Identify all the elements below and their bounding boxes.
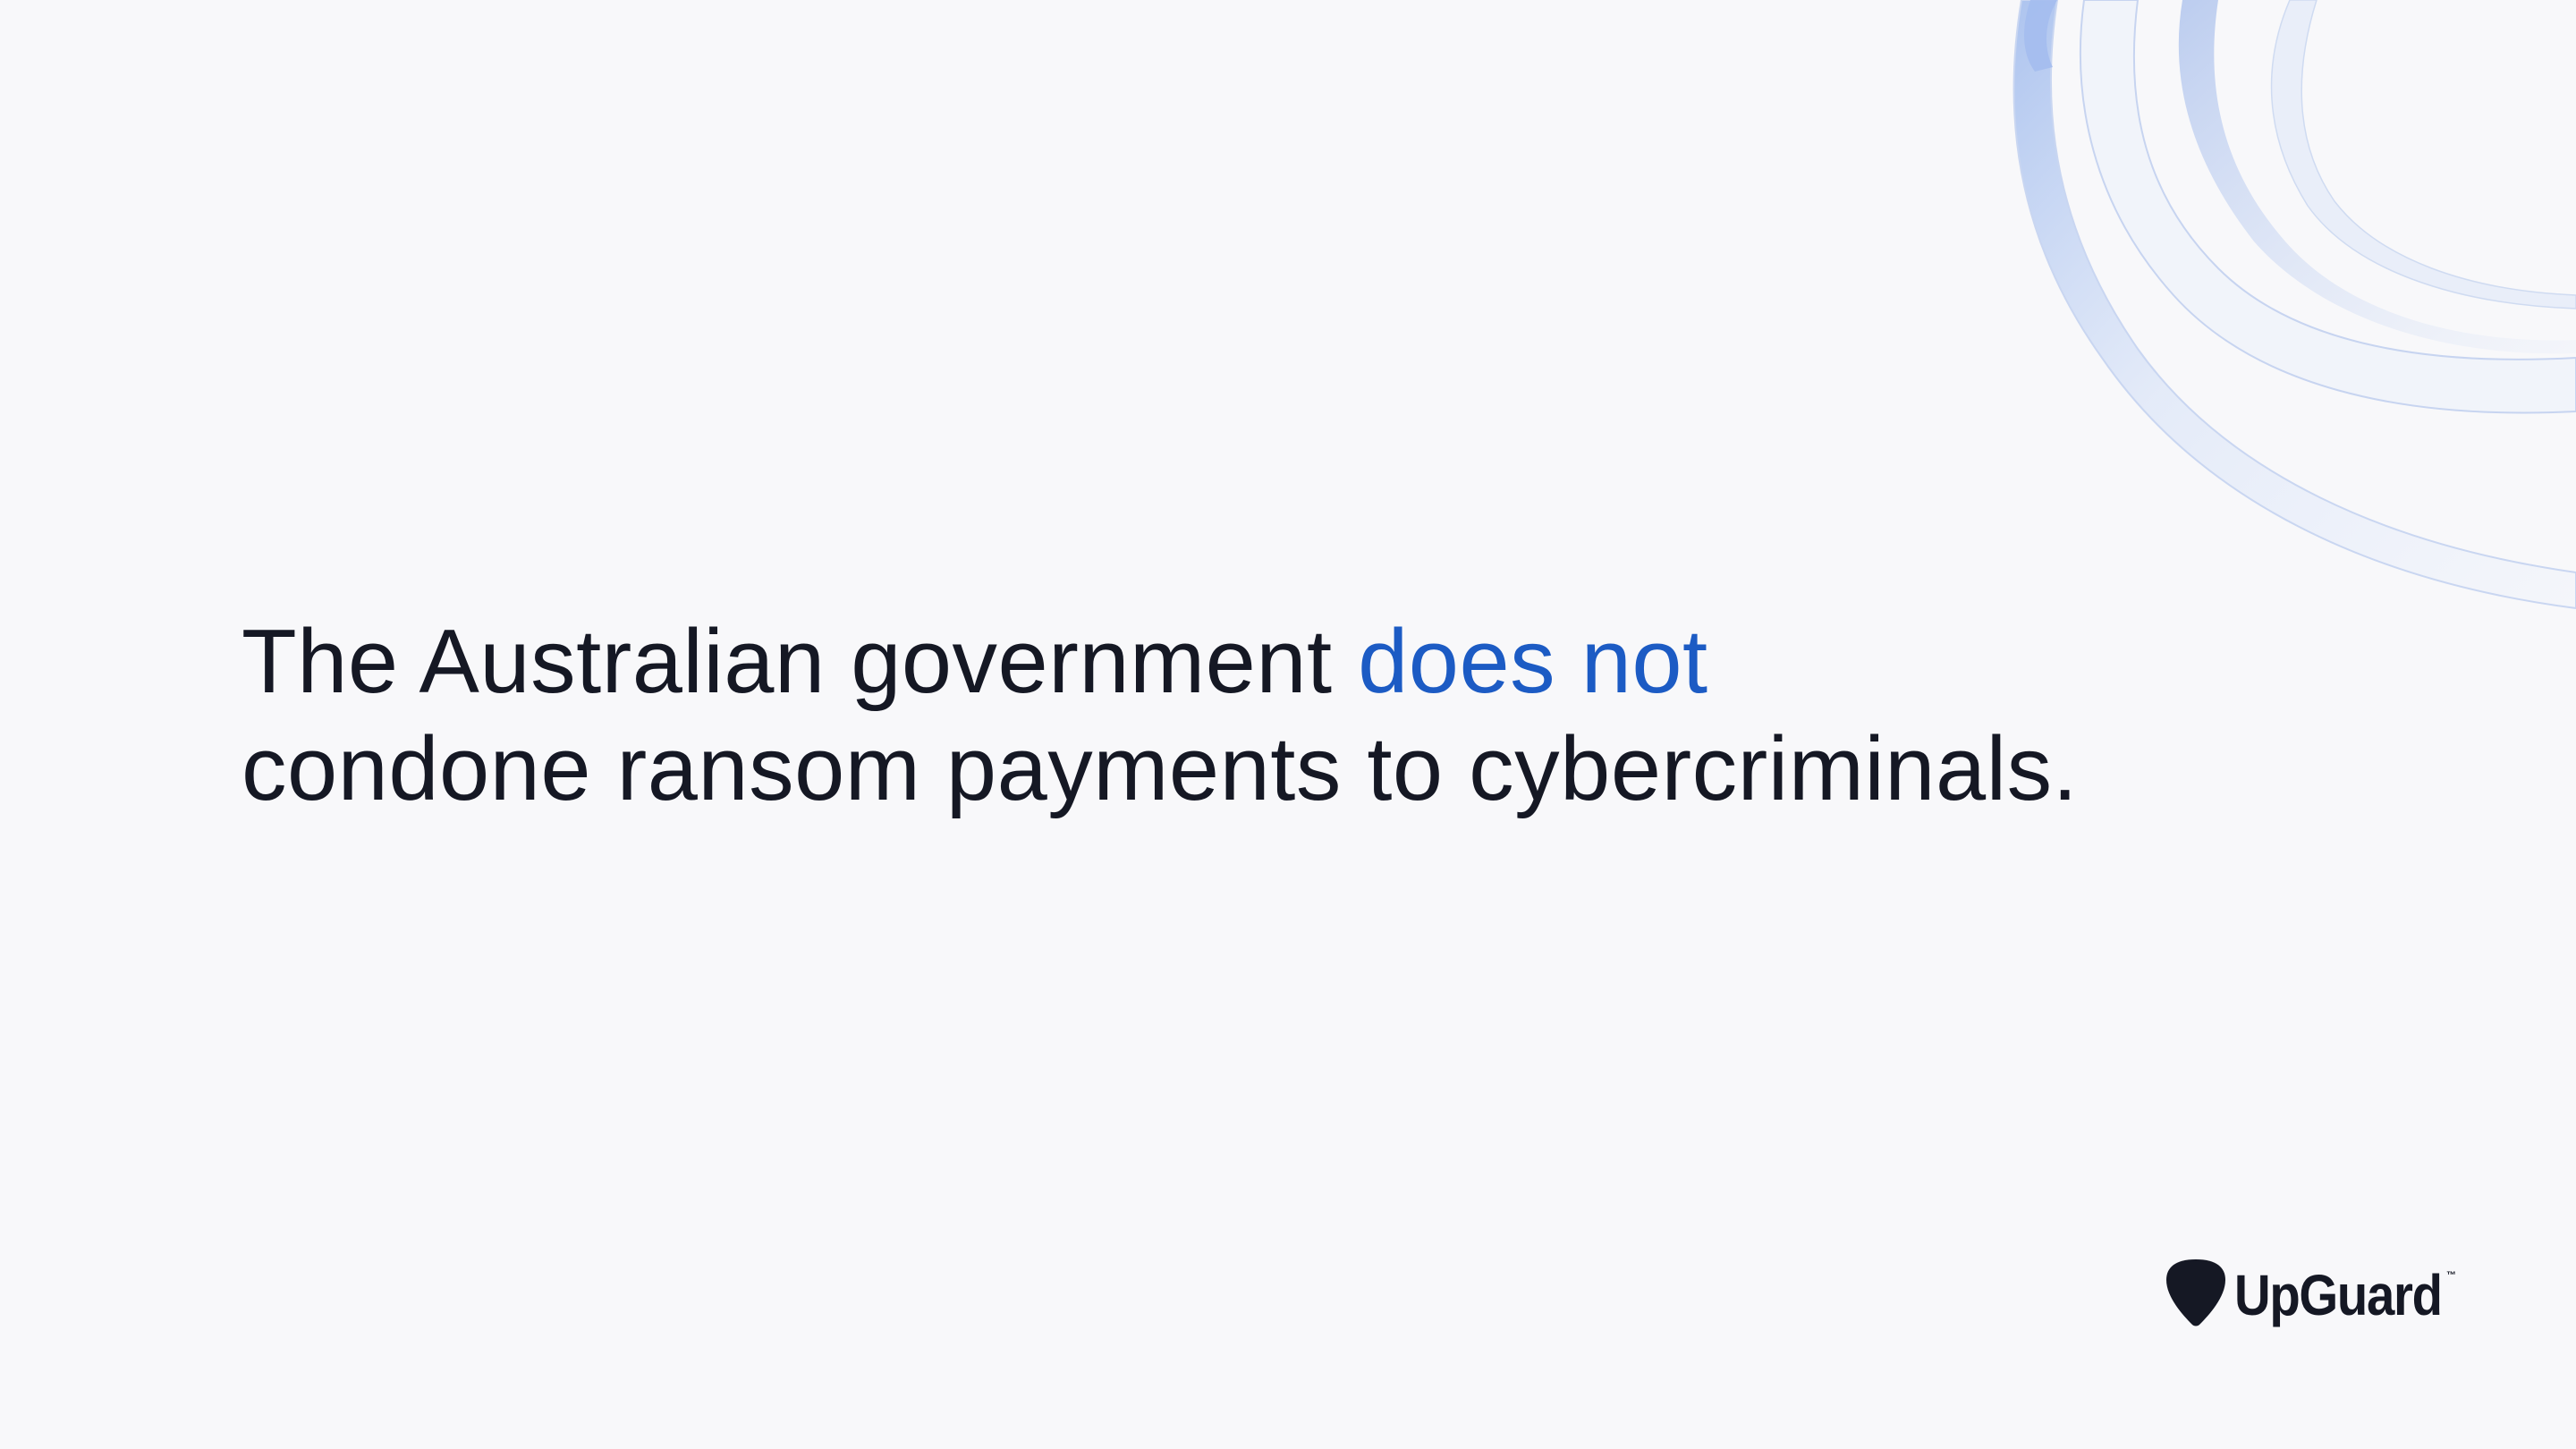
headline-line1-prefix: The Australian government bbox=[242, 612, 1359, 712]
headline: The Australian government does not condo… bbox=[242, 608, 2078, 823]
decorative-rings bbox=[2012, 0, 2576, 610]
logo-wordmark: UpGuard bbox=[2234, 1263, 2443, 1327]
upguard-logo: UpGuard bbox=[2165, 1257, 2470, 1328]
headline-line2: condone ransom payments to cybercriminal… bbox=[242, 719, 2079, 819]
headline-accent: does not bbox=[1358, 612, 1708, 712]
upguard-pick-icon bbox=[2166, 1259, 2225, 1326]
trademark-symbol: ™ bbox=[2446, 1270, 2456, 1281]
